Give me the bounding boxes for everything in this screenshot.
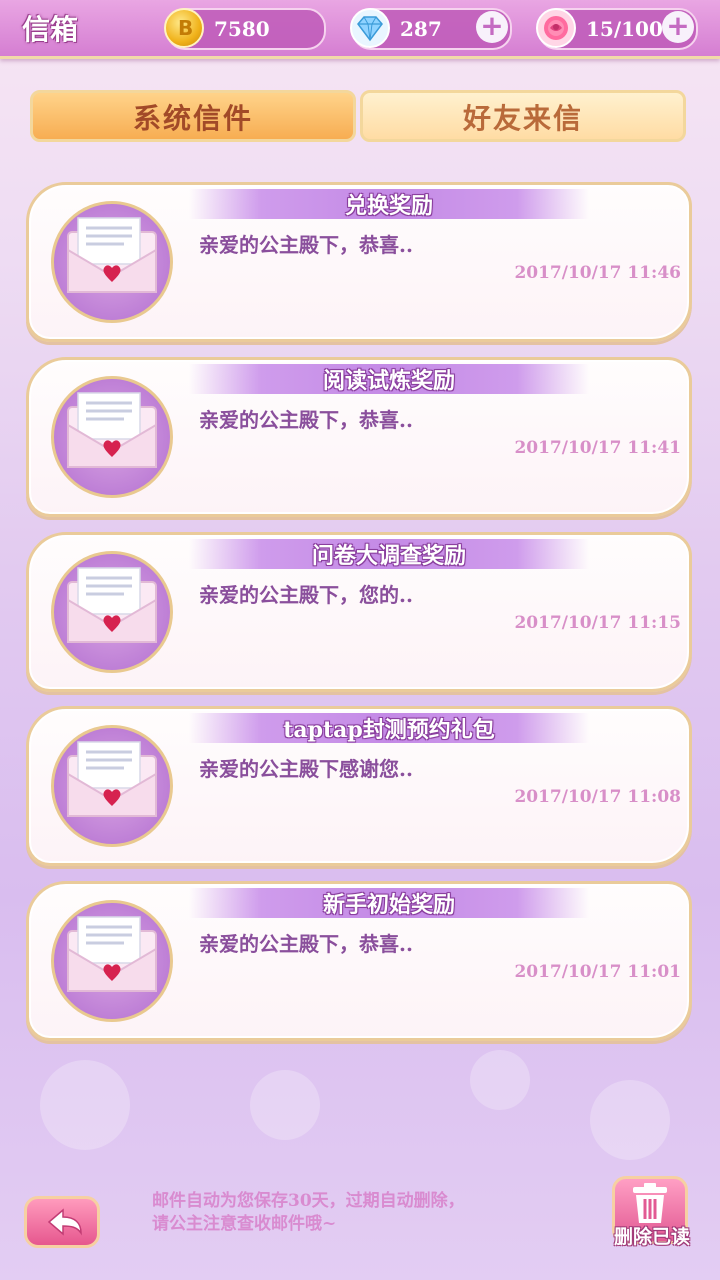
coin-counter: 7580 xyxy=(164,8,326,50)
bokeh xyxy=(250,1070,320,1140)
coin-value: 7580 xyxy=(214,17,270,41)
mail-title: 兑换奖励 xyxy=(344,193,433,219)
mail-preview: 亲爱的公主殿下，恭喜.. xyxy=(199,233,413,257)
envelope-heart-icon xyxy=(51,725,173,847)
envelope-heart-icon xyxy=(51,376,173,498)
diamond-icon xyxy=(350,8,390,48)
coin-icon xyxy=(164,8,204,48)
top-bar: 信箱 7580 287 + 15/100 + xyxy=(0,0,720,59)
mail-item[interactable]: 新手初始奖励 亲爱的公主殿下，恭喜.. 2017/10/17 11:01 xyxy=(26,881,692,1041)
bokeh xyxy=(40,1060,130,1150)
mail-preview: 亲爱的公主殿下，恭喜.. xyxy=(199,932,413,956)
bokeh xyxy=(470,1050,530,1110)
mail-title: 新手初始奖励 xyxy=(322,892,455,918)
diamond-counter: 287 + xyxy=(350,8,512,50)
back-button[interactable] xyxy=(24,1196,100,1248)
back-arrow-icon xyxy=(47,1208,82,1236)
envelope-heart-icon xyxy=(51,551,173,673)
tab-system-mail[interactable]: 系统信件 xyxy=(30,90,356,142)
mail-item[interactable]: 阅读试炼奖励 亲爱的公主殿下，恭喜.. 2017/10/17 11:41 xyxy=(26,357,692,517)
page-title: 信箱 xyxy=(22,13,79,46)
mail-item[interactable]: taptap封测预约礼包 亲爱的公主殿下感谢您.. 2017/10/17 11:… xyxy=(26,706,692,866)
notice-line-1: 邮件自动为您保存30天，过期自动删除， xyxy=(152,1191,465,1211)
mail-time: 2017/10/17 11:46 xyxy=(514,263,681,283)
add-stamina-button[interactable]: + xyxy=(662,11,694,43)
mail-item[interactable]: 问卷大调查奖励 亲爱的公主殿下，您的.. 2017/10/17 11:15 xyxy=(26,532,692,692)
diamond-value: 287 xyxy=(400,17,442,41)
mail-title: taptap封测预约礼包 xyxy=(283,717,495,743)
mail-preview: 亲爱的公主殿下，恭喜.. xyxy=(199,408,413,432)
stamina-value: 15/100 xyxy=(586,17,663,41)
mail-preview: 亲爱的公主殿下感谢您.. xyxy=(199,757,413,781)
envelope-heart-icon xyxy=(51,900,173,1022)
add-diamond-button[interactable]: + xyxy=(476,11,508,43)
tab-friend-mail[interactable]: 好友来信 xyxy=(360,90,686,142)
delete-read-label[interactable]: 删除已读 xyxy=(602,1222,702,1249)
mail-time: 2017/10/17 11:15 xyxy=(514,613,681,633)
notice-line-2: 请公主注意查收邮件哦~ xyxy=(152,1214,337,1234)
mail-item[interactable]: 兑换奖励 亲爱的公主殿下，恭喜.. 2017/10/17 11:46 xyxy=(26,182,692,342)
mail-time: 2017/10/17 11:41 xyxy=(514,438,681,458)
envelope-heart-icon xyxy=(51,201,173,323)
bokeh xyxy=(590,1080,670,1160)
mail-retention-notice: 邮件自动为您保存30天，过期自动删除， 请公主注意查收邮件哦~ xyxy=(152,1190,465,1236)
mail-time: 2017/10/17 11:01 xyxy=(514,962,681,982)
mail-tabs: 系统信件 好友来信 xyxy=(30,90,690,146)
rose-icon xyxy=(536,8,576,48)
mail-time: 2017/10/17 11:08 xyxy=(514,787,681,807)
mail-preview: 亲爱的公主殿下，您的.. xyxy=(199,583,413,607)
stamina-counter: 15/100 + xyxy=(536,8,698,50)
mail-title: 阅读试炼奖励 xyxy=(322,368,455,394)
mail-title: 问卷大调查奖励 xyxy=(311,543,466,569)
